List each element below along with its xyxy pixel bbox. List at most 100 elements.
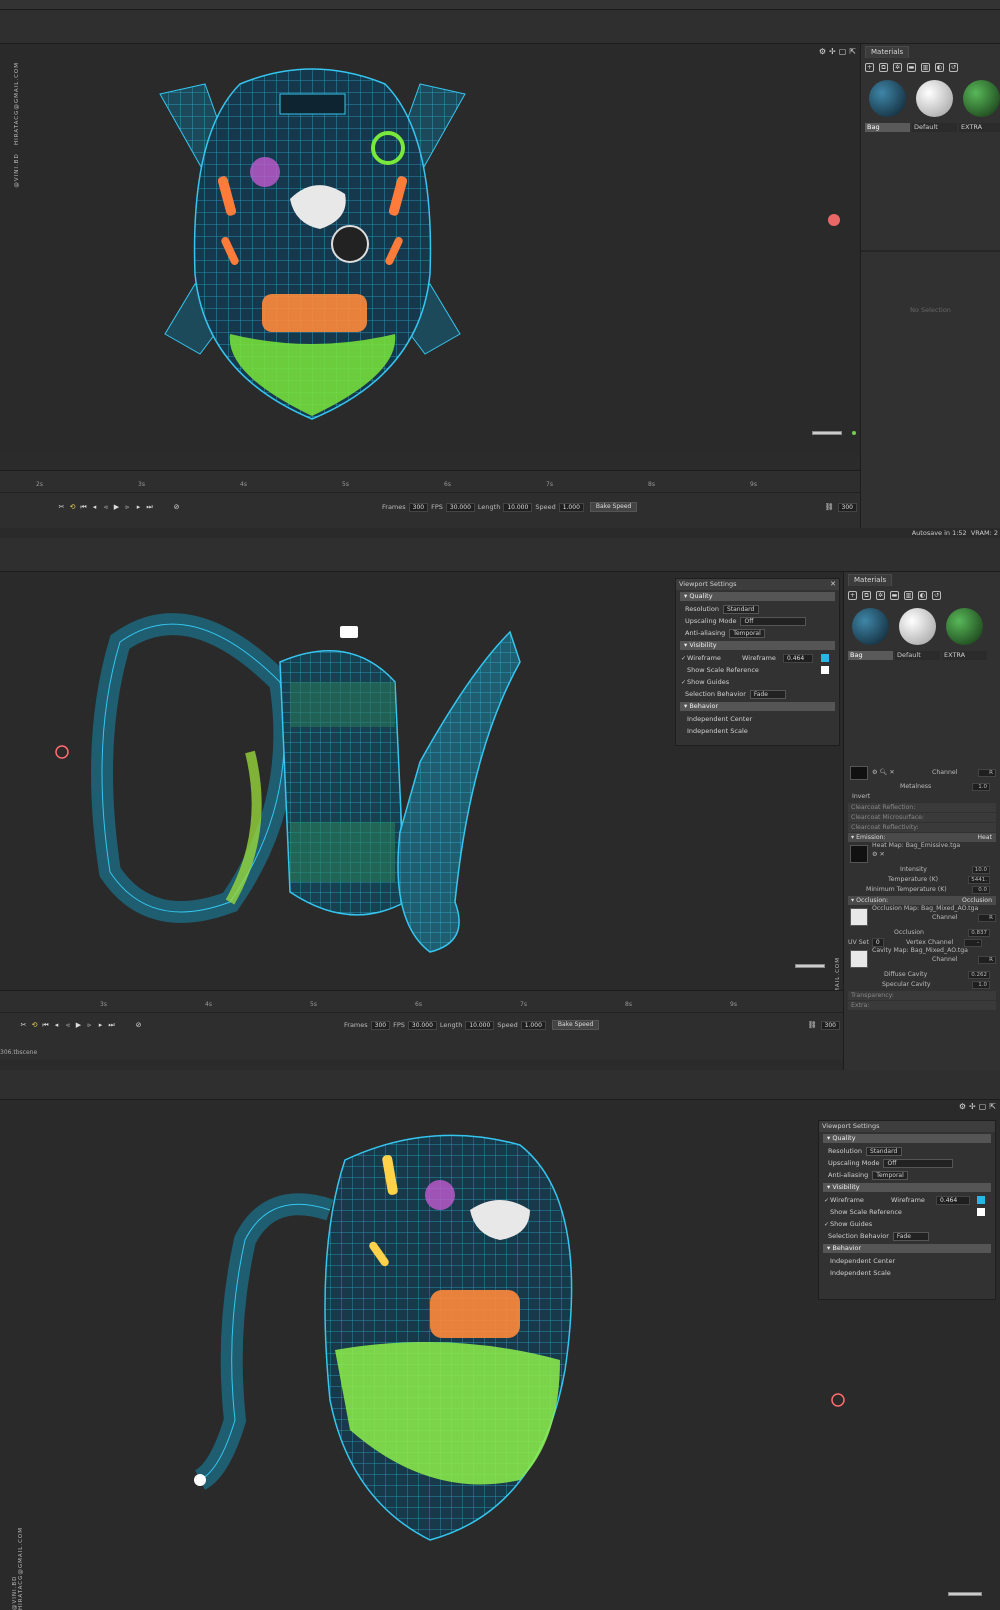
zoom-slider[interactable] bbox=[812, 431, 842, 435]
skip-start-icon[interactable]: ⏮ bbox=[40, 1020, 51, 1031]
trash-icon[interactable]: ▥ bbox=[921, 62, 930, 72]
link-icon[interactable]: ⛓ bbox=[824, 502, 835, 513]
quality-section-header[interactable]: ▾ Quality bbox=[823, 1134, 991, 1143]
viewport-side[interactable]: Viewport Settings ✕ ▾ Quality Resolution… bbox=[0, 572, 843, 990]
speed-input[interactable]: 1.000 bbox=[558, 502, 584, 512]
material-thumb-bag[interactable]: Bag bbox=[848, 604, 893, 660]
map-thumbnail[interactable] bbox=[850, 950, 868, 968]
fps-input[interactable]: 30.000 bbox=[407, 1020, 437, 1030]
reset-icon[interactable]: ↺ bbox=[932, 590, 941, 600]
channel-select[interactable]: R bbox=[978, 769, 996, 777]
timeline-ruler[interactable]: 3s 4s 5s 6s 7s 8s 9s bbox=[0, 997, 843, 1013]
step-icon[interactable]: ▹ bbox=[84, 1020, 95, 1031]
picker-icon[interactable]: ◐ bbox=[935, 62, 944, 72]
loop-icon[interactable]: ⟲ bbox=[67, 502, 78, 513]
transparency-header[interactable]: Transparency: bbox=[848, 991, 996, 1000]
antialiasing-select[interactable]: Temporal bbox=[872, 1171, 909, 1180]
play-back-icon[interactable]: ◃ bbox=[100, 502, 111, 513]
extra-header[interactable]: Extra: bbox=[848, 1001, 996, 1010]
cavity-channel-select[interactable]: R bbox=[978, 956, 996, 964]
viewport-perspective[interactable]: ⚙ ✢ ▢ ⇱ Viewport Settings ▾ Quality Resol bbox=[0, 1100, 1000, 1610]
selection-select[interactable]: Fade bbox=[892, 1232, 929, 1241]
clearcoat-reflection-header[interactable]: Clearcoat Reflection: bbox=[848, 803, 996, 812]
panel-divider[interactable] bbox=[861, 250, 1000, 252]
reset-icon[interactable]: ↺ bbox=[949, 62, 958, 72]
gear-icon[interactable]: ⚙ bbox=[872, 769, 878, 776]
keyframe-icon[interactable]: ⊘ bbox=[133, 1020, 144, 1031]
next-frame-icon[interactable]: ▸ bbox=[95, 1020, 106, 1031]
occlusion-map-text[interactable]: Occlusion Map: Bag_Mixed_AO.tga bbox=[872, 904, 978, 914]
occlusion-channel-select[interactable]: R bbox=[978, 914, 996, 922]
skip-end-icon[interactable]: ⏭ bbox=[144, 502, 155, 513]
selection-select[interactable]: Fade bbox=[749, 690, 786, 699]
map-thumbnail[interactable] bbox=[850, 845, 868, 863]
metalness-input[interactable]: 1.0 bbox=[972, 783, 990, 791]
cut-icon[interactable]: ✂ bbox=[56, 502, 67, 513]
behavior-section-header[interactable]: ▾ Behavior bbox=[680, 702, 835, 711]
merge-icon[interactable]: ✲ bbox=[876, 590, 885, 600]
zoom-slider[interactable] bbox=[795, 964, 825, 968]
loop-icon[interactable]: ⟲ bbox=[29, 1020, 40, 1031]
temperature-input[interactable]: 5441. bbox=[968, 876, 990, 884]
length-input[interactable]: 10.000 bbox=[465, 1020, 495, 1030]
add-material-icon[interactable]: + bbox=[865, 62, 874, 72]
picker-icon[interactable]: ◐ bbox=[918, 590, 927, 600]
fps-input[interactable]: 30.000 bbox=[445, 502, 475, 512]
material-thumb-bag[interactable]: Bag bbox=[865, 76, 910, 132]
length-input[interactable]: 10.000 bbox=[503, 502, 533, 512]
duplicate-icon[interactable]: ⧉ bbox=[862, 590, 871, 600]
link-icon[interactable]: ⛓ bbox=[807, 1020, 818, 1031]
end-frame-input[interactable]: 300 bbox=[820, 1020, 840, 1030]
step-icon[interactable]: ▹ bbox=[122, 502, 133, 513]
skip-start-icon[interactable]: ⏮ bbox=[78, 502, 89, 513]
gear-icon[interactable]: ⚙ bbox=[872, 851, 878, 858]
frames-input[interactable]: 300 bbox=[370, 1020, 391, 1030]
material-thumb-default[interactable]: Default bbox=[912, 76, 957, 132]
clear-icon[interactable]: ✕ bbox=[889, 769, 894, 776]
intensity-input[interactable]: 10.0 bbox=[971, 866, 990, 874]
bake-speed-button[interactable]: Bake Speed bbox=[589, 502, 638, 512]
material-thumb-default[interactable]: Default bbox=[895, 604, 940, 660]
viewport-front[interactable]: @VINI.BD HIRATACG@GMAIL.COM ⚙ ✢ ▢ ⇱ bbox=[0, 44, 860, 454]
duplicate-icon[interactable]: ⧉ bbox=[879, 62, 888, 72]
clear-icon[interactable]: ✕ bbox=[880, 851, 885, 858]
map-thumbnail[interactable] bbox=[850, 908, 868, 926]
material-thumb-extra[interactable]: EXTRA bbox=[959, 76, 1000, 132]
min-temperature-input[interactable]: 0.0 bbox=[972, 886, 990, 894]
wireframe-color-swatch[interactable] bbox=[977, 1196, 985, 1204]
skip-end-icon[interactable]: ⏭ bbox=[106, 1020, 117, 1031]
upscaling-select[interactable]: Off bbox=[740, 617, 807, 626]
antialiasing-select[interactable]: Temporal bbox=[729, 629, 766, 638]
prev-frame-icon[interactable]: ◂ bbox=[89, 502, 100, 513]
wireframe-opacity-input[interactable]: 0.464 bbox=[936, 1196, 970, 1205]
visibility-section-header[interactable]: ▾ Visibility bbox=[680, 641, 835, 650]
merge-icon[interactable]: ✲ bbox=[893, 62, 902, 72]
search-icon[interactable]: 🔍︎ bbox=[880, 769, 888, 776]
scale-ref-color-swatch[interactable] bbox=[821, 666, 829, 674]
prev-frame-icon[interactable]: ◂ bbox=[51, 1020, 62, 1031]
keyframe-icon[interactable]: ⊘ bbox=[171, 502, 182, 513]
specular-cavity-input[interactable]: 1.0 bbox=[972, 981, 990, 989]
bake-speed-button[interactable]: Bake Speed bbox=[551, 1020, 600, 1030]
timeline-ruler[interactable]: 2s 3s 4s 5s 6s 7s 8s 9s bbox=[0, 477, 860, 493]
material-thumb-extra[interactable]: EXTRA bbox=[942, 604, 987, 660]
scale-ref-color-swatch[interactable] bbox=[977, 1208, 985, 1216]
behavior-section-header[interactable]: ▾ Behavior bbox=[823, 1244, 991, 1253]
map-thumbnail[interactable] bbox=[850, 766, 868, 780]
folder-icon[interactable]: ▬ bbox=[890, 590, 899, 600]
visibility-section-header[interactable]: ▾ Visibility bbox=[823, 1183, 991, 1192]
play-back-icon[interactable]: ◃ bbox=[62, 1020, 73, 1031]
close-icon[interactable]: ✕ bbox=[830, 579, 836, 590]
backpack-front-model[interactable] bbox=[0, 44, 860, 454]
diffuse-cavity-input[interactable]: 0.262 bbox=[968, 971, 990, 979]
next-frame-icon[interactable]: ▸ bbox=[133, 502, 144, 513]
quality-section-header[interactable]: ▾ Quality bbox=[680, 592, 835, 601]
frames-input[interactable]: 300 bbox=[408, 502, 429, 512]
zoom-slider[interactable] bbox=[948, 1592, 982, 1596]
wireframe-color-swatch[interactable] bbox=[821, 654, 829, 662]
materials-tab[interactable]: Materials bbox=[848, 574, 893, 586]
play-icon[interactable]: ▶ bbox=[73, 1020, 84, 1031]
invert-row[interactable]: Invert bbox=[844, 792, 1000, 802]
heat-map-text[interactable]: Heat Map: Bag_Emissive.tga bbox=[872, 841, 960, 851]
clearcoat-microsurface-header[interactable]: Clearcoat Microsurface: bbox=[848, 813, 996, 822]
